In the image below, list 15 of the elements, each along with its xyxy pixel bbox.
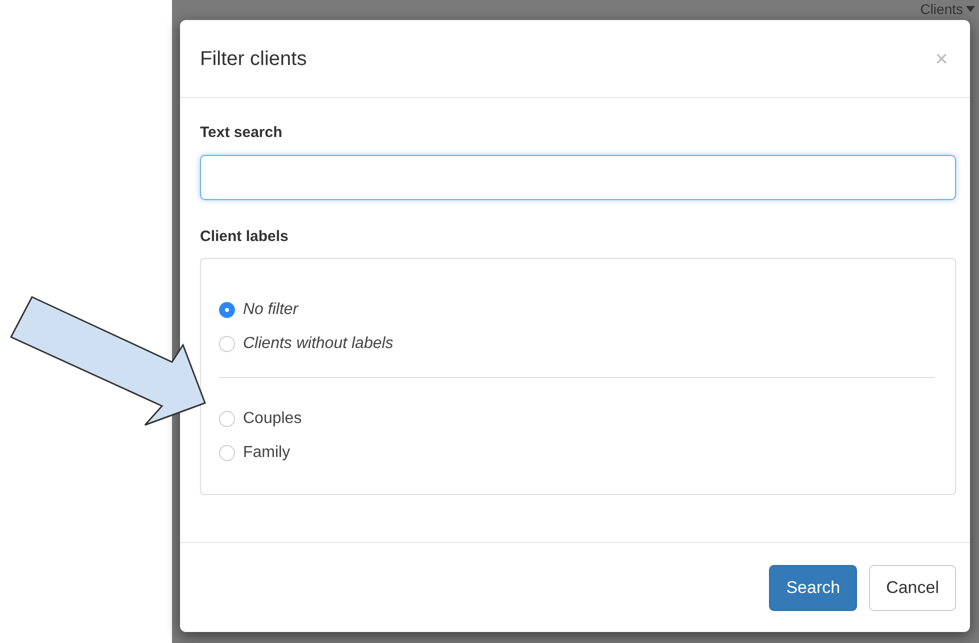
radio-button[interactable] [219,302,235,318]
radio-button[interactable] [219,336,235,352]
option-label[interactable]: Clients without labels [243,332,394,356]
option-label[interactable]: Family [243,441,290,465]
field-label: Client labels [200,226,290,246]
option-label[interactable]: No filter [243,298,298,322]
cancel-button[interactable]: Cancel [869,564,956,610]
modal-title: Filter clients [200,46,307,70]
radio-button[interactable] [219,411,235,427]
caret-icon [966,6,975,12]
search-button[interactable]: Search [769,564,858,610]
option-label[interactable]: Couples [243,407,302,431]
field-label: Text search [200,123,284,143]
text-search-field[interactable] [200,154,956,200]
radio-button[interactable] [219,445,235,461]
